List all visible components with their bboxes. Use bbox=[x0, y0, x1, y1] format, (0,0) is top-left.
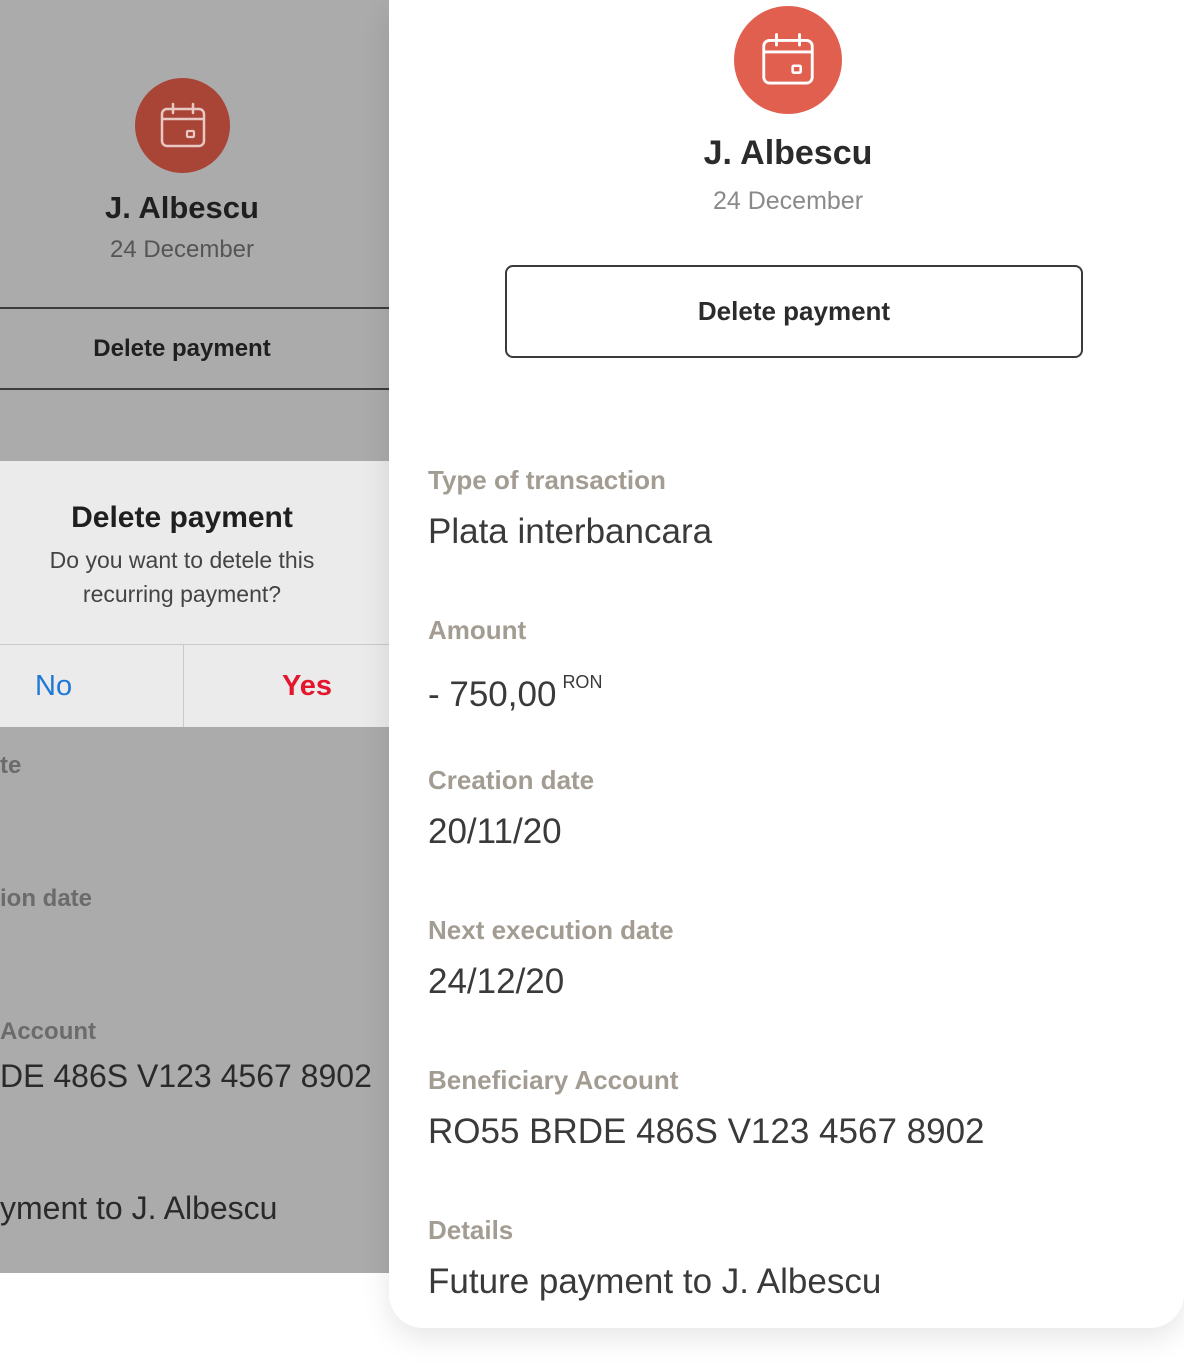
field-value-fragment: yment to J. Albescu bbox=[0, 1190, 278, 1226]
payment-date: 24 December bbox=[712, 187, 864, 215]
no-button[interactable]: No bbox=[0, 645, 184, 727]
payment-date: 24 December bbox=[109, 236, 255, 263]
field-label-fragment: ion date bbox=[0, 885, 93, 912]
dialog-message: Do you want to detele this recurring pay… bbox=[49, 547, 315, 607]
field-beneficiary-account: Beneficiary Account RO55 BRDE 486S V123 … bbox=[428, 1065, 985, 1152]
amount-value: - 750,00 bbox=[428, 675, 557, 714]
avatar bbox=[734, 6, 842, 114]
field-label-fragment: Account bbox=[0, 1018, 96, 1045]
dialog-actions: No Yes bbox=[0, 644, 389, 727]
avatar bbox=[135, 78, 230, 173]
field-label: Creation date bbox=[428, 765, 595, 795]
yes-button[interactable]: Yes bbox=[184, 645, 389, 727]
field-value-fragment: DE 486S V123 4567 8902 bbox=[0, 1058, 372, 1094]
field-value: - 750,00 RON bbox=[428, 662, 602, 715]
field-creation-date: Creation date 20/11/20 bbox=[428, 765, 594, 852]
field-type-of-transaction: Type of transaction Plata interbancara bbox=[428, 465, 712, 552]
field-details: Details Future payment to J. Albescu bbox=[428, 1215, 881, 1302]
stage: J. Albescu 24 December Delete payment te… bbox=[0, 0, 1184, 1363]
field-label-fragment: te bbox=[0, 752, 22, 779]
delete-payment-button[interactable]: Delete payment bbox=[0, 307, 389, 390]
payment-detail-card: J. Albescu 24 December Delete payment Ty… bbox=[389, 0, 1184, 1328]
dialog-title: Delete payment bbox=[71, 501, 293, 534]
delete-payment-button[interactable]: Delete payment bbox=[505, 265, 1083, 358]
field-next-execution-date: Next execution date 24/12/20 bbox=[428, 915, 674, 1002]
field-label: Amount bbox=[428, 615, 527, 645]
contact-name: J. Albescu bbox=[703, 134, 873, 172]
field-value: Plata interbancara bbox=[428, 512, 713, 551]
field-label: Type of transaction bbox=[428, 465, 666, 495]
contact-name: J. Albescu bbox=[105, 190, 259, 225]
background-screen: J. Albescu 24 December Delete payment te… bbox=[0, 0, 389, 1273]
field-value: RO55 BRDE 486S V123 4567 8902 bbox=[428, 1112, 985, 1151]
field-value: 24/12/20 bbox=[428, 962, 565, 1001]
field-value: 20/11/20 bbox=[428, 812, 562, 851]
field-value: Future payment to J. Albescu bbox=[428, 1262, 882, 1301]
field-label: Details bbox=[428, 1215, 514, 1245]
field-amount: Amount - 750,00 RON bbox=[428, 615, 602, 715]
field-label: Next execution date bbox=[428, 915, 674, 945]
delete-confirmation-dialog: Delete payment Do you want to detele thi… bbox=[0, 461, 389, 727]
calendar-icon bbox=[160, 102, 205, 147]
calendar-icon bbox=[762, 33, 814, 85]
currency-label: RON bbox=[562, 672, 603, 692]
field-label: Beneficiary Account bbox=[428, 1065, 679, 1095]
